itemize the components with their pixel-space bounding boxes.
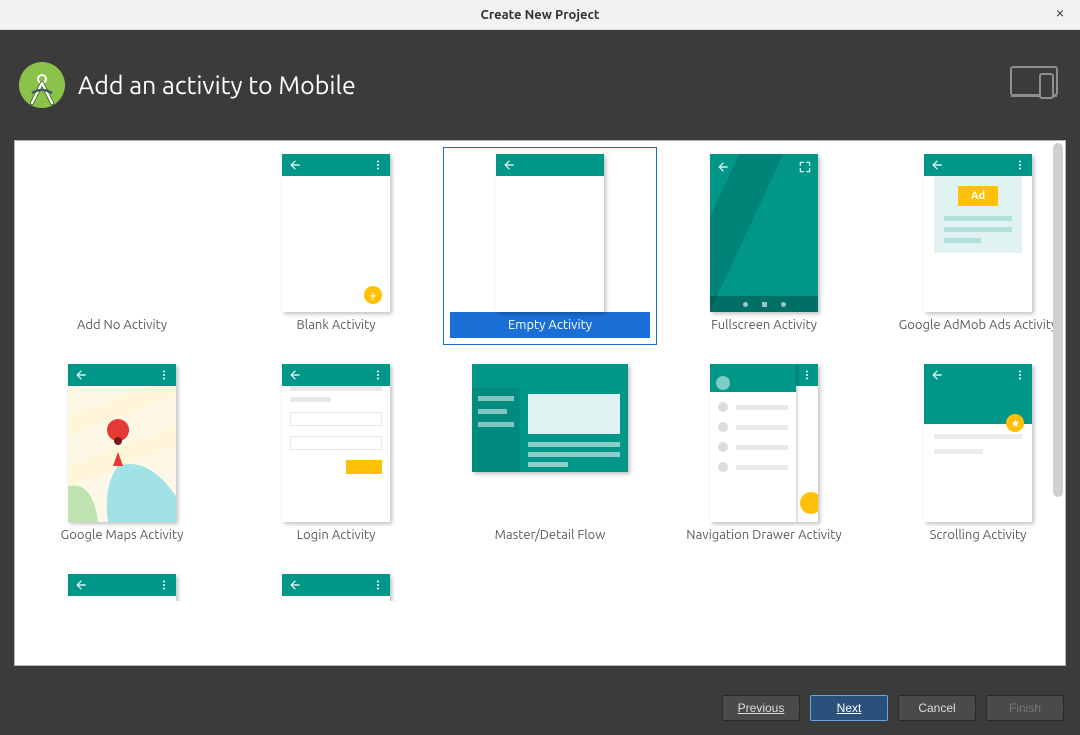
back-arrow-icon — [930, 158, 944, 172]
wizard-footer: Previous Next Cancel Finish — [0, 680, 1080, 735]
template-blank-activity[interactable]: + Blank Activity — [229, 141, 443, 351]
template-label: Google Maps Activity — [22, 522, 222, 548]
next-button-label: Next — [837, 701, 862, 715]
template-label: Add No Activity — [22, 312, 222, 338]
template-label: Login Activity — [236, 522, 436, 548]
next-button[interactable]: Next — [810, 695, 888, 721]
title-bar: Create New Project × — [0, 0, 1080, 30]
page-title: Add an activity to Mobile — [78, 71, 356, 99]
back-arrow-icon — [74, 578, 88, 592]
back-arrow-icon — [288, 578, 302, 592]
template-label: Fullscreen Activity — [664, 312, 864, 338]
map-preview-icon — [68, 386, 176, 522]
template-partial-1[interactable] — [15, 561, 229, 601]
template-add-no-activity[interactable]: Add No Activity — [15, 141, 229, 351]
overflow-menu-icon — [801, 368, 813, 382]
overflow-menu-icon — [1014, 158, 1026, 172]
template-empty-activity[interactable]: Empty Activity — [443, 141, 657, 351]
device-preview-icon — [1010, 66, 1058, 104]
fullscreen-icon — [798, 160, 812, 174]
template-label: Scrolling Activity — [878, 522, 1066, 548]
wizard-header: Add an activity to Mobile — [0, 30, 1080, 140]
template-navigation-drawer-activity[interactable]: Navigation Drawer Activity — [657, 351, 871, 561]
fab-star-icon — [1006, 414, 1024, 432]
template-label: Google AdMob Ads Activity — [878, 312, 1066, 338]
finish-button: Finish — [986, 695, 1064, 721]
cancel-button[interactable]: Cancel — [898, 695, 976, 721]
overflow-menu-icon — [372, 368, 384, 382]
back-arrow-icon — [930, 368, 944, 382]
android-studio-logo-icon — [18, 61, 66, 109]
gallery-scrollbar[interactable] — [1053, 143, 1063, 663]
overflow-menu-icon — [372, 578, 384, 592]
back-arrow-icon — [502, 158, 516, 172]
wizard-content: Add No Activity + Blank Activity — [0, 140, 1080, 680]
overflow-menu-icon — [158, 368, 170, 382]
template-fullscreen-activity[interactable]: Fullscreen Activity — [657, 141, 871, 351]
fab-plus-icon: + — [364, 286, 382, 304]
previous-button-label: Previous — [738, 701, 785, 715]
template-login-activity[interactable]: Login Activity — [229, 351, 443, 561]
back-arrow-icon — [288, 158, 302, 172]
overflow-menu-icon — [158, 578, 170, 592]
template-label: Navigation Drawer Activity — [664, 522, 864, 548]
overflow-menu-icon — [372, 158, 384, 172]
overflow-menu-icon — [1014, 368, 1026, 382]
ad-badge: Ad — [958, 186, 998, 206]
back-arrow-icon — [74, 368, 88, 382]
close-icon[interactable]: × — [1050, 4, 1070, 22]
template-admob-activity[interactable]: Ad Google AdMob Ads Activity — [871, 141, 1066, 351]
template-label: Blank Activity — [236, 312, 436, 338]
window-title: Create New Project — [481, 8, 600, 22]
template-scrolling-activity[interactable]: Scrolling Activity — [871, 351, 1066, 561]
template-label: Master/Detail Flow — [450, 522, 650, 548]
back-arrow-icon — [288, 368, 302, 382]
back-arrow-icon — [716, 160, 730, 174]
template-google-maps-activity[interactable]: Google Maps Activity — [15, 351, 229, 561]
template-label: Empty Activity — [450, 312, 650, 338]
previous-button[interactable]: Previous — [722, 695, 800, 721]
activity-template-gallery: Add No Activity + Blank Activity — [14, 140, 1066, 666]
template-partial-2[interactable] — [229, 561, 443, 601]
template-master-detail-activity[interactable]: Master/Detail Flow — [443, 351, 657, 561]
